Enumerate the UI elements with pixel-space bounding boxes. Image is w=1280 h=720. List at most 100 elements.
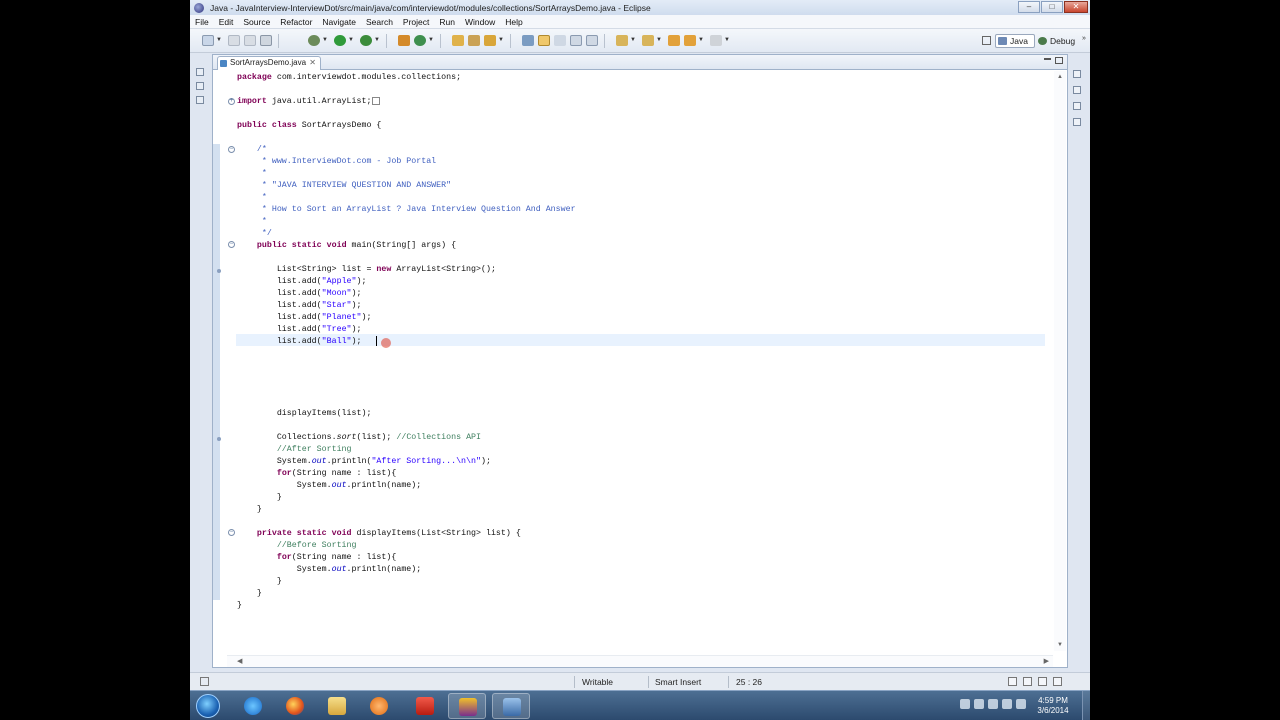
save-icon[interactable] [228,35,240,46]
expand-fold-icon[interactable]: + [228,98,235,105]
editor-tab[interactable]: SortArraysDemo.java ✕ [217,56,321,70]
search-dropdown-icon[interactable]: ▼ [498,35,504,46]
status-icon[interactable] [1053,677,1062,686]
new-icon[interactable] [202,35,214,46]
toolbar-overflow-icon[interactable]: » [1082,35,1086,42]
next-annotation-dropdown-icon[interactable]: ▼ [630,35,636,46]
menu-search[interactable]: Search [361,17,398,27]
new-java-class-icon[interactable] [414,35,426,46]
previous-annotation-dropdown-icon[interactable]: ▼ [656,35,662,46]
breadcrumb-toggle-icon[interactable] [586,35,598,46]
scroll-left-icon[interactable]: ◀ [237,657,242,665]
restore-view-icon[interactable] [1073,70,1081,78]
run-icon[interactable] [334,35,346,46]
next-annotation-icon[interactable] [616,35,628,46]
code-area[interactable]: package com.interviewdot.modules.collect… [237,71,1045,651]
java-perspective-button[interactable]: Java [995,34,1035,48]
clock[interactable]: 4:59 PM 3/6/2014 [1028,696,1078,716]
tray-up-arrow-icon[interactable] [960,699,970,709]
open-type-icon[interactable] [452,35,464,46]
open-task-icon[interactable] [468,35,480,46]
console-icon[interactable] [1073,118,1081,126]
collapse-fold-icon[interactable]: − [228,241,235,248]
close-tab-icon[interactable]: ✕ [309,57,316,69]
menu-window[interactable]: Window [460,17,500,27]
taskbar-internet-explorer[interactable] [234,693,272,719]
minimize-icon[interactable]: – [1018,1,1040,13]
code-line: } [237,589,262,598]
last-edit-location-icon[interactable] [668,35,680,46]
scroll-right-icon[interactable]: ▶ [1044,657,1049,665]
save-all-icon[interactable] [244,35,256,46]
taskbar-eclipse[interactable] [492,693,530,719]
run-dropdown-icon[interactable]: ▼ [348,35,354,46]
package-explorer-icon[interactable] [196,82,204,90]
toggle-mark-occurrences-icon[interactable] [522,35,534,46]
external-tools-dropdown-icon[interactable]: ▼ [374,35,380,46]
taskbar-acrobat[interactable] [406,693,444,719]
status-icon[interactable] [1023,677,1032,686]
forward-dropdown-icon[interactable]: ▼ [724,35,730,46]
show-whitespace-icon[interactable] [554,35,566,46]
menu-source[interactable]: Source [238,17,275,27]
outline-icon[interactable] [1073,86,1081,94]
menu-help[interactable]: Help [500,17,527,27]
fast-view-icon[interactable] [200,677,209,686]
debug-icon[interactable] [308,35,320,46]
javadoc-line: * How to Sort an ArrayList ? Java Interv… [237,205,576,214]
taskbar-media-player[interactable] [360,693,398,719]
horizontal-scrollbar[interactable]: ◀ ▶ [227,655,1053,667]
debug-dropdown-icon[interactable]: ▼ [322,35,328,46]
search-icon[interactable] [484,35,496,46]
javadoc-line: */ [237,229,272,238]
collapse-fold-icon[interactable]: − [228,146,235,153]
volume-icon[interactable] [988,699,998,709]
folded-imports-icon[interactable] [372,96,381,105]
network-icon[interactable] [974,699,984,709]
scroll-up-icon[interactable]: ▲ [1057,74,1063,80]
status-divider [648,676,649,688]
restore-view-icon[interactable] [196,68,204,76]
debug-perspective-button[interactable]: Debug [1038,34,1075,48]
taskbar-firefox[interactable] [276,693,314,719]
word-wrap-icon[interactable] [570,35,582,46]
task-list-icon[interactable] [1073,102,1081,110]
menu-navigate[interactable]: Navigate [317,17,361,27]
vertical-scrollbar[interactable]: ▲ ▼ [1054,71,1066,651]
start-button[interactable] [196,694,220,718]
status-icon[interactable] [1008,677,1017,686]
new-java-project-icon[interactable] [398,35,410,46]
print-icon[interactable] [260,35,272,46]
collapse-fold-icon[interactable]: − [228,529,235,536]
external-tools-icon[interactable] [360,35,372,46]
scroll-down-icon[interactable]: ▼ [1057,642,1063,648]
minimize-editor-icon[interactable] [1044,58,1051,60]
menu-project[interactable]: Project [398,17,434,27]
comment-line: //Before Sorting [237,541,357,550]
forward-icon[interactable] [710,35,722,46]
taskbar-file-explorer[interactable] [318,693,356,719]
hierarchy-icon[interactable] [196,96,204,104]
menu-file[interactable]: File [190,17,214,27]
maximize-icon[interactable]: □ [1041,1,1063,13]
eclipse-app-icon[interactable] [194,2,204,13]
new-class-dropdown-icon[interactable]: ▼ [428,35,434,46]
taskbar-game[interactable] [448,693,486,719]
menu-edit[interactable]: Edit [214,17,239,27]
power-icon[interactable] [1016,699,1026,709]
close-icon[interactable]: ✕ [1064,1,1088,13]
show-desktop-button[interactable] [1082,691,1090,720]
maximize-editor-icon[interactable] [1055,57,1063,64]
new-dropdown-icon[interactable]: ▼ [216,35,222,46]
javadoc-line: * "JAVA INTERVIEW QUESTION AND ANSWER" [237,181,452,190]
flag-icon[interactable] [1002,699,1012,709]
menu-run[interactable]: Run [434,17,460,27]
previous-annotation-icon[interactable] [642,35,654,46]
back-icon[interactable] [684,35,696,46]
open-perspective-icon[interactable] [982,36,991,45]
back-dropdown-icon[interactable]: ▼ [698,35,704,46]
mouse-cursor-highlight [381,338,391,348]
status-icon[interactable] [1038,677,1047,686]
menu-refactor[interactable]: Refactor [275,17,317,27]
toggle-block-selection-icon[interactable] [538,35,550,46]
